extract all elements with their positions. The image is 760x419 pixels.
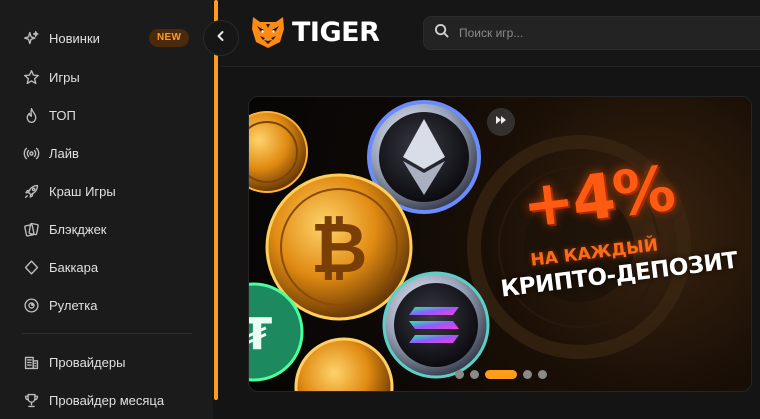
cards-icon — [22, 220, 40, 238]
sidebar-divider — [22, 333, 192, 334]
sidebar-scrollbar-thumb[interactable] — [214, 0, 218, 400]
sidebar-item-label: Провайдеры — [49, 354, 126, 370]
banner-skip-button[interactable] — [487, 108, 515, 136]
carousel-dot[interactable] — [455, 369, 464, 379]
new-badge: NEW — [149, 29, 190, 47]
sidebar-item-label: Новинки — [49, 30, 100, 46]
carousel-dot[interactable] — [523, 369, 532, 379]
search-icon — [434, 23, 449, 43]
sidebar-item-blackjack[interactable]: Блэкджек — [0, 212, 213, 246]
sidebar-item-label: ТОП — [49, 107, 76, 123]
sidebar-item-label: Краш Игры — [49, 183, 116, 199]
sidebar-item-label: Рулетка — [49, 297, 98, 313]
carousel-dot[interactable] — [485, 369, 517, 379]
search-bar[interactable] — [423, 16, 760, 50]
live-broadcast-icon — [22, 144, 40, 162]
collapse-sidebar-button[interactable] — [203, 20, 239, 56]
sidebar-item-providers[interactable]: Провайдеры — [0, 345, 213, 379]
sidebar: Новинки NEW Игры ТОП Лайв Краш Игры Блэк… — [0, 0, 213, 419]
roulette-icon — [22, 296, 40, 314]
carousel-dot[interactable] — [538, 369, 547, 379]
sidebar-item-label: Блэкджек — [49, 221, 107, 237]
logo-text: TIGER — [292, 16, 380, 48]
sidebar-item-provider-of-month[interactable]: Провайдер месяца — [0, 383, 213, 417]
svg-text:₿: ₿ — [310, 207, 367, 289]
skip-forward-icon — [495, 113, 507, 131]
building-icon — [22, 353, 40, 371]
sidebar-item-games[interactable]: Игры — [0, 60, 213, 94]
logo[interactable]: TIGER — [249, 14, 380, 50]
sidebar-item-label: Провайдер месяца — [49, 392, 165, 408]
rocket-icon — [22, 182, 40, 200]
sidebar-item-top[interactable]: ТОП — [0, 98, 213, 132]
diamond-icon — [22, 258, 40, 276]
carousel-dot[interactable] — [470, 369, 479, 379]
sidebar-item-baccarat[interactable]: Баккара — [0, 250, 213, 284]
sidebar-item-roulette[interactable]: Рулетка — [0, 288, 213, 322]
sidebar-item-live[interactable]: Лайв — [0, 136, 213, 170]
flame-icon — [22, 106, 40, 124]
tiger-logo-icon — [252, 17, 284, 48]
carousel-dots — [455, 369, 547, 379]
sidebar-item-new[interactable]: Новинки NEW — [0, 21, 213, 55]
sidebar-item-label: Игры — [49, 69, 80, 85]
chevron-left-icon — [215, 29, 227, 47]
trophy-icon — [22, 391, 40, 409]
sidebar-item-label: Баккара — [49, 259, 99, 275]
search-input[interactable] — [459, 26, 739, 40]
sidebar-item-crash-games[interactable]: Краш Игры — [0, 174, 213, 208]
sidebar-item-label: Лайв — [49, 145, 79, 161]
star-icon — [22, 68, 40, 86]
sparkle-icon — [22, 29, 40, 47]
svg-text:₮: ₮ — [249, 309, 273, 360]
